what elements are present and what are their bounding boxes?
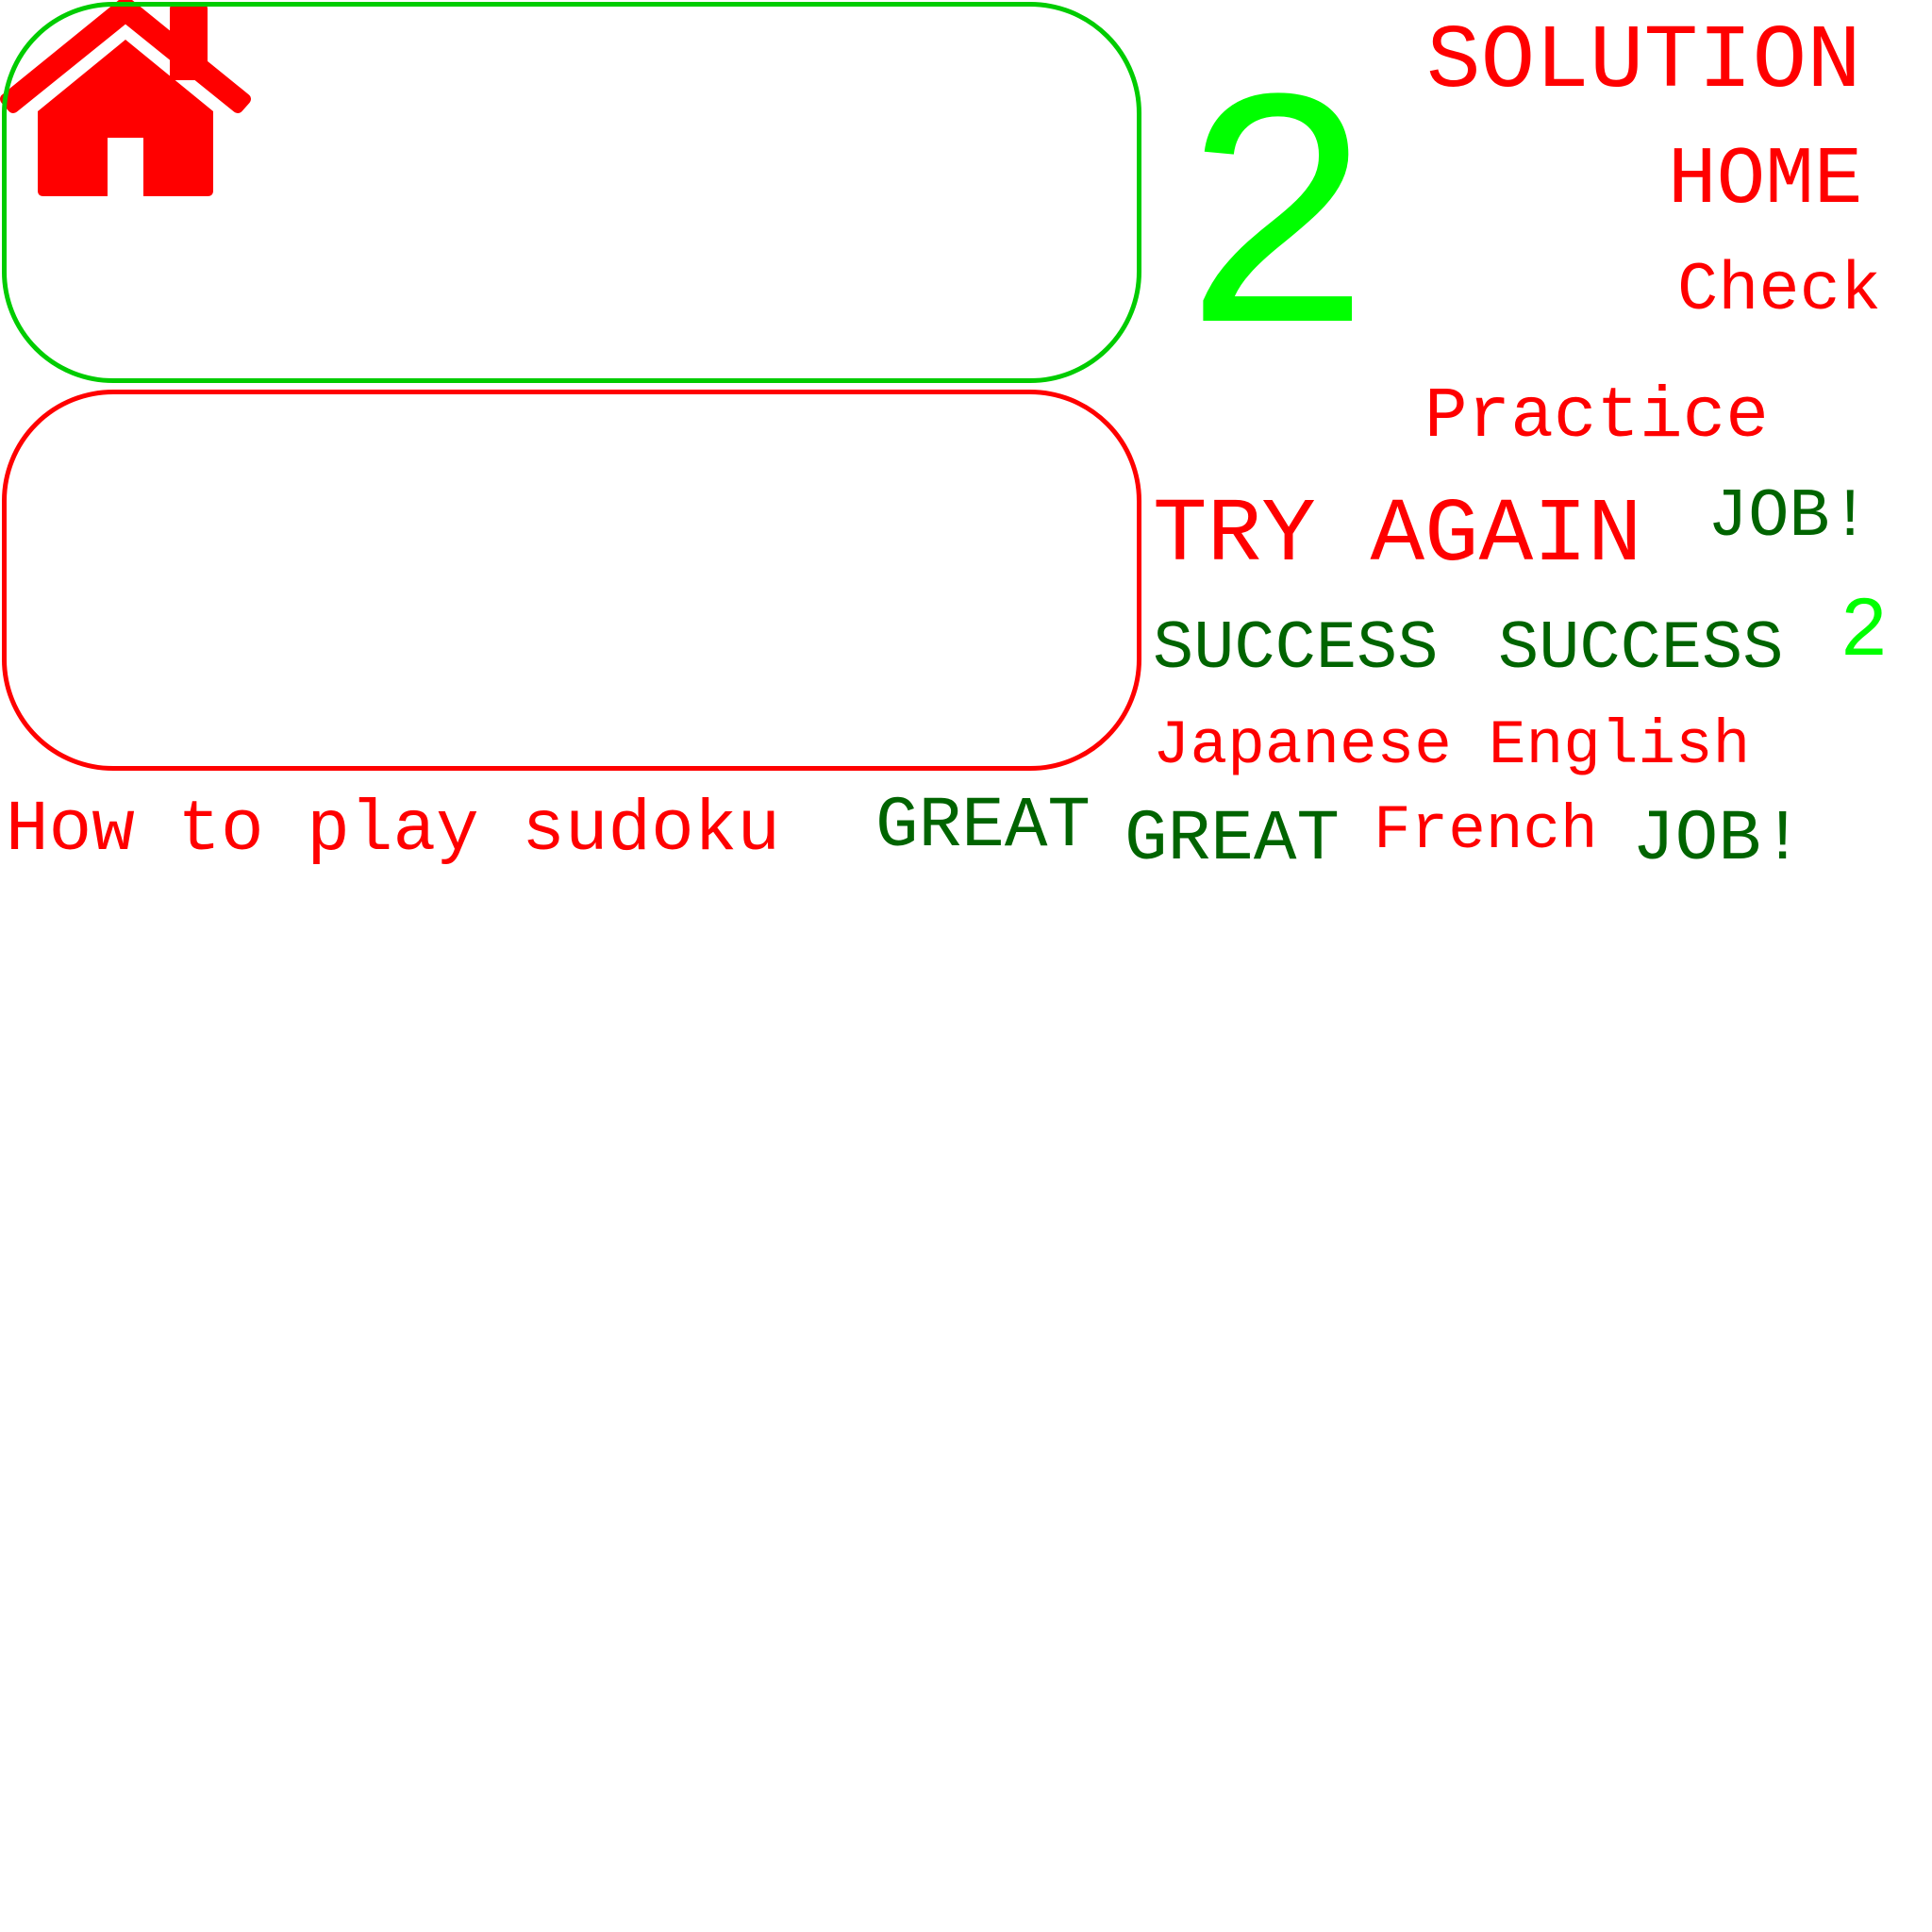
japanese-label[interactable]: Japanese bbox=[1153, 715, 1452, 777]
job-label: JOB! bbox=[1632, 799, 1805, 880]
success-label: SUCCESS bbox=[1153, 610, 1439, 688]
home-label[interactable]: HOME bbox=[1668, 140, 1862, 221]
english-label[interactable]: English bbox=[1489, 715, 1750, 777]
practice-label[interactable]: Practice bbox=[1424, 381, 1769, 453]
how-to-play-label[interactable]: How to play sudoku bbox=[6, 794, 780, 866]
success-label: SUCCESS bbox=[1498, 610, 1784, 688]
try-again-label: TRY AGAIN bbox=[1153, 484, 1642, 587]
job-label: JOB! bbox=[1707, 478, 1871, 556]
large-number-two: 2 bbox=[1187, 26, 1369, 391]
red-button-frame[interactable] bbox=[2, 390, 1141, 771]
small-number-two: 2 bbox=[1841, 582, 1887, 673]
great-label: GREAT bbox=[875, 786, 1091, 867]
french-label[interactable]: French bbox=[1374, 800, 1598, 862]
green-button-frame[interactable] bbox=[2, 2, 1141, 383]
solution-label[interactable]: SOLUTION bbox=[1426, 17, 1861, 108]
check-label[interactable]: Check bbox=[1677, 257, 1881, 325]
sprite-sheet: 2 SOLUTION HOME Check Practice TRY AGAIN… bbox=[0, 0, 1932, 1932]
great-label: GREAT bbox=[1124, 799, 1341, 880]
